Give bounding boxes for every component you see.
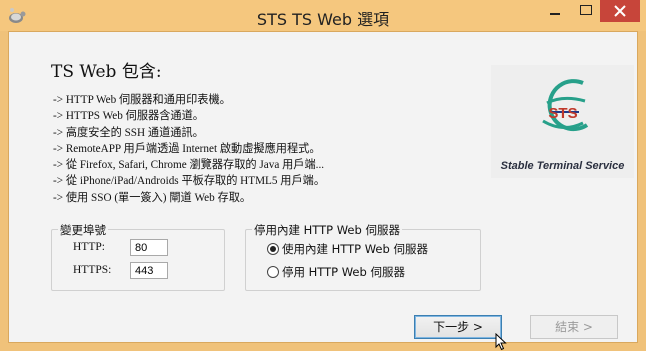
maximize-icon[interactable] — [571, 0, 601, 22]
mouse-cursor-icon — [495, 333, 507, 351]
port-group-legend: 變更埠號 — [58, 222, 108, 238]
use-builtin-radio[interactable] — [267, 243, 279, 255]
list-item: -> RemoteAPP 用戶端透過 Internet 啟動虛擬應用程式。 — [53, 142, 321, 155]
page-title: TS Web 包含: — [51, 62, 162, 82]
server-group-legend: 停用內建 HTTP Web 伺服器 — [252, 222, 402, 238]
next-button[interactable]: 下一步 > — [414, 315, 502, 339]
http-label: HTTP: — [73, 241, 105, 253]
minimize-icon[interactable] — [540, 0, 570, 22]
list-item: -> HTTPS Web 伺服器含通道。 — [53, 110, 204, 123]
options-dialog: STS TS Web 選項 TS Web 包含: -> HTTP Web 伺服器… — [0, 0, 646, 351]
list-item: -> 從 Firefox, Safari, Chrome 瀏覽器存取的 Java… — [53, 159, 325, 172]
svg-text:STS: STS — [548, 105, 577, 122]
title-bar[interactable]: STS TS Web 選項 — [0, 0, 646, 31]
list-item: -> HTTP Web 伺服器和通用印表機。 — [53, 94, 231, 106]
close-icon[interactable] — [600, 0, 640, 22]
https-label: HTTPS: — [73, 264, 112, 276]
list-item: -> 從 iPhone/iPad/Androids 平板存取的 HTML5 用戶… — [53, 175, 326, 188]
list-item: -> 高度安全的 SSH 通道通訊。 — [53, 126, 204, 139]
finish-button[interactable]: 結束 > — [530, 315, 618, 339]
disable-server-label[interactable]: 停用 HTTP Web 伺服器 — [282, 264, 405, 280]
use-builtin-label[interactable]: 使用內建 HTTP Web 伺服器 — [282, 241, 428, 257]
server-group: 停用內建 HTTP Web 伺服器 — [245, 222, 481, 291]
http-port-input[interactable]: 80 — [130, 239, 168, 256]
list-item: -> 使用 SSO (單一簽入) 閘道 Web 存取。 — [53, 191, 252, 204]
https-port-input[interactable]: 443 — [130, 262, 168, 279]
feature-list: -> HTTP Web 伺服器和通用印表機。 -> HTTPS Web 伺服器含… — [53, 92, 325, 206]
logo-caption: Stable Terminal Service — [500, 160, 625, 172]
disable-server-radio[interactable] — [267, 266, 279, 278]
dialog-body: TS Web 包含: -> HTTP Web 伺服器和通用印表機。 -> HTT… — [8, 31, 638, 343]
